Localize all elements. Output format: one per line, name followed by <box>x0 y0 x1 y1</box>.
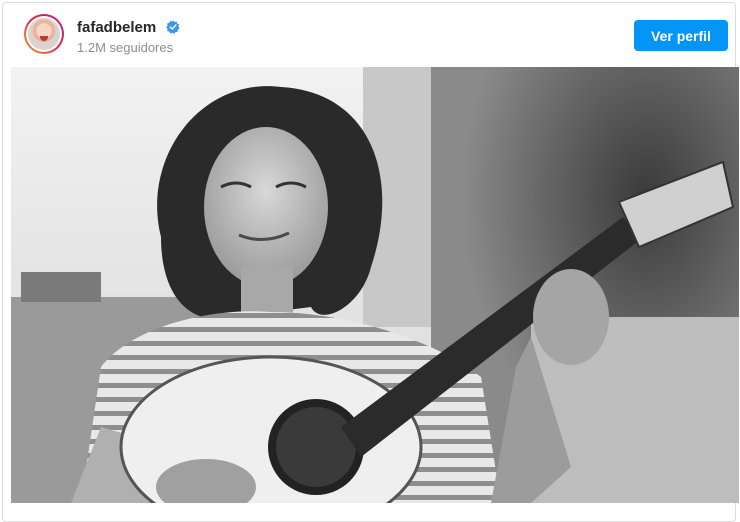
instagram-embed-card: fafadbelem 1.2M seguidores Ver perfil <box>2 2 739 522</box>
post-header: fafadbelem 1.2M seguidores Ver perfil <box>3 3 735 65</box>
follower-count: 1.2M seguidores <box>77 40 174 55</box>
verified-badge-icon <box>166 20 180 34</box>
username-link[interactable]: fafadbelem <box>77 19 156 36</box>
post-image[interactable] <box>11 67 739 503</box>
photo-illustration <box>11 67 739 503</box>
avatar-photo <box>28 18 60 50</box>
avatar[interactable] <box>24 14 64 54</box>
view-profile-button[interactable]: Ver perfil <box>634 20 728 51</box>
